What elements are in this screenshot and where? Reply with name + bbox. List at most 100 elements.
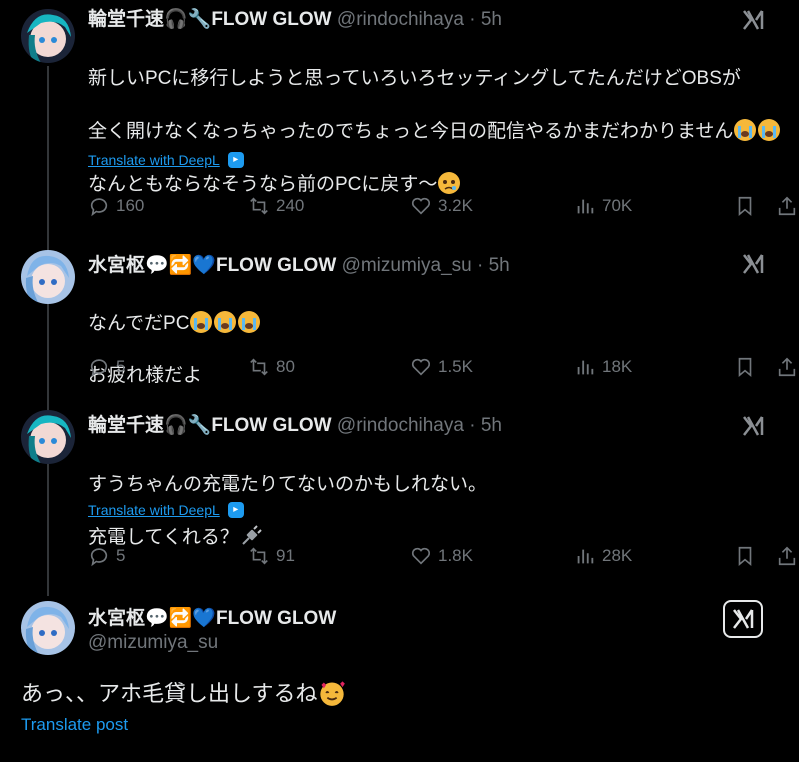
repost-icon: [250, 358, 268, 376]
share-icon: [778, 546, 796, 566]
reply-button[interactable]: 5: [88, 355, 125, 379]
reply-button[interactable]: 160: [88, 194, 144, 218]
timestamp[interactable]: 5h: [489, 255, 510, 276]
reply-tweet-3[interactable]: 輪堂千速🎧🔧FLOW GLOW @rindochihaya · 5h すうちゃん…: [0, 408, 799, 588]
separator-dot: ·: [469, 9, 476, 30]
grok-icon[interactable]: [723, 600, 763, 638]
action-bar: 5 80 1.5K 18K: [88, 355, 799, 379]
repost-button[interactable]: 80: [248, 355, 295, 379]
display-name[interactable]: 水宮枢💬🔁💙FLOW GLOW: [88, 603, 336, 630]
display-name[interactable]: 水宮枢💬🔁💙FLOW GLOW: [88, 255, 336, 276]
share-button[interactable]: [776, 194, 798, 218]
avatar[interactable]: [21, 601, 75, 655]
grok-icon[interactable]: [741, 414, 765, 438]
avatar[interactable]: [21, 9, 75, 63]
views-button[interactable]: 18K: [574, 355, 632, 379]
avatar[interactable]: [21, 250, 75, 304]
reply-count: 5: [116, 357, 126, 376]
text-line: 新しいPCに移行しようと思っていろいろセッティングしてたんだけどOBSが: [88, 68, 741, 89]
loudly-crying-emoji-icon: [237, 310, 261, 334]
repost-count: 91: [276, 546, 295, 565]
bookmark-icon: [738, 357, 752, 378]
reply-icon: [90, 548, 108, 567]
bookmark-icon: [738, 196, 752, 217]
views-icon: [577, 360, 594, 375]
heart-icon: [411, 547, 431, 565]
like-count: 1.5K: [438, 357, 473, 376]
text-line: すうちゃんの充電たりてないのかもしれない。: [88, 474, 488, 495]
bookmark-icon: [738, 546, 752, 567]
repost-button[interactable]: 240: [248, 194, 304, 218]
timestamp[interactable]: 5h: [481, 9, 502, 30]
translate-post-link[interactable]: Translate post: [21, 715, 128, 735]
like-count: 3.2K: [438, 196, 473, 215]
translate-link[interactable]: Translate with DeepL ▸: [88, 152, 244, 168]
share-button[interactable]: [776, 544, 798, 568]
reply-icon: [90, 359, 108, 378]
separator-dot: ·: [477, 255, 484, 276]
views-button[interactable]: 70K: [574, 194, 632, 218]
heart-icon: [411, 197, 431, 215]
translate-link[interactable]: Translate with DeepL ▸: [88, 502, 244, 518]
like-button[interactable]: 1.8K: [410, 544, 473, 568]
view-count: 70K: [602, 196, 633, 215]
heart-icon: [411, 358, 431, 376]
reply-count: 5: [116, 546, 126, 565]
loudly-crying-emoji-icon: [189, 310, 213, 334]
text-fragment: なんでだPC: [88, 313, 190, 334]
like-count: 1.8K: [438, 546, 473, 565]
grok-icon[interactable]: [741, 252, 765, 276]
like-button[interactable]: 1.5K: [410, 355, 473, 379]
avatar[interactable]: [21, 410, 75, 464]
reply-tweet-2[interactable]: 水宮枢💬🔁💙FLOW GLOW @mizumiya_su · 5h なんでだPC…: [0, 248, 799, 408]
share-button[interactable]: [776, 355, 798, 379]
user-handle[interactable]: @rindochihaya: [337, 9, 464, 30]
views-icon: [577, 549, 594, 564]
repost-button[interactable]: 91: [248, 544, 295, 568]
reply-icon: [90, 198, 108, 217]
tweet-header: 輪堂千速🎧🔧FLOW GLOW @rindochihaya · 5h: [88, 414, 502, 438]
separator-dot: ·: [469, 415, 476, 436]
tweet-header: 輪堂千速🎧🔧FLOW GLOW @rindochihaya · 5h: [88, 8, 502, 32]
text-line: なんでだPC: [88, 310, 261, 337]
user-handle[interactable]: @rindochihaya: [337, 415, 464, 436]
grok-icon[interactable]: [741, 8, 765, 32]
main-tweet-text: あっ、、アホ毛貸し出しするね: [21, 679, 346, 708]
like-button[interactable]: 3.2K: [410, 194, 473, 218]
action-bar: 5 91 1.8K 28K: [88, 544, 799, 568]
view-count: 28K: [602, 546, 633, 565]
text-fragment: なんともならなそうなら前のPCに戻す～: [88, 174, 438, 195]
views-button[interactable]: 28K: [574, 544, 632, 568]
user-handle[interactable]: @mizumiya_su: [88, 632, 218, 654]
tweet-text: なんでだPC お疲れ様だよ: [88, 284, 261, 415]
smiling-face-with-hearts-emoji-icon: [318, 679, 346, 707]
user-handle[interactable]: @mizumiya_su: [342, 255, 472, 276]
reply-tweet-1[interactable]: 輪堂千速🎧🔧FLOW GLOW @rindochihaya · 5h 新しいPC…: [0, 0, 799, 240]
bookmark-button[interactable]: [734, 544, 756, 568]
repost-icon: [250, 197, 268, 215]
deepl-icon[interactable]: ▸: [227, 152, 244, 168]
loudly-crying-emoji-icon: [733, 118, 757, 142]
text-fragment: 全く開けなくなっちゃったのでちょっと今日の配信やるかまだわかりません: [88, 121, 734, 142]
action-bar: 160 240 3.2K 70K: [88, 194, 799, 218]
repost-count: 80: [276, 357, 295, 376]
timestamp[interactable]: 5h: [481, 415, 502, 436]
display-name[interactable]: 輪堂千速🎧🔧FLOW GLOW: [88, 415, 332, 436]
text-line: 全く開けなくなっちゃったのでちょっと今日の配信やるかまだわかりません: [88, 118, 781, 145]
reply-count: 160: [116, 196, 145, 215]
loudly-crying-emoji-icon: [213, 310, 237, 334]
bookmark-button[interactable]: [734, 194, 756, 218]
translate-label[interactable]: Translate with DeepL: [88, 152, 220, 168]
reply-button[interactable]: 5: [88, 544, 125, 568]
tweet-header: 水宮枢💬🔁💙FLOW GLOW @mizumiya_su · 5h: [88, 254, 510, 278]
translate-label[interactable]: Translate with DeepL: [88, 502, 220, 518]
view-count: 18K: [602, 357, 633, 376]
bookmark-button[interactable]: [734, 355, 756, 379]
loudly-crying-emoji-icon: [757, 118, 781, 142]
share-icon: [778, 357, 796, 377]
repost-count: 240: [276, 196, 305, 215]
deepl-icon[interactable]: ▸: [227, 502, 244, 518]
share-icon: [778, 196, 796, 216]
views-icon: [577, 199, 594, 214]
display-name[interactable]: 輪堂千速🎧🔧FLOW GLOW: [88, 9, 332, 30]
